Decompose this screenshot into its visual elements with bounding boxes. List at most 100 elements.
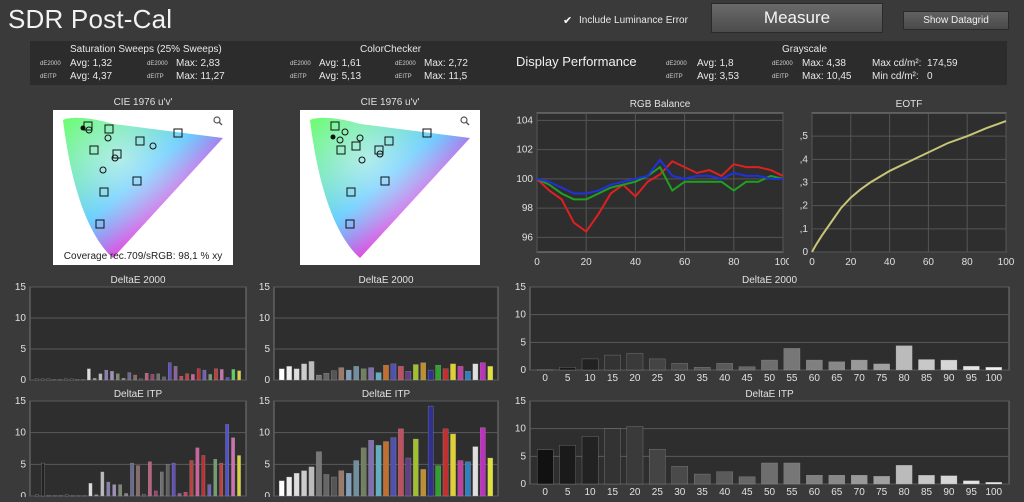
chart-title: EOTF [896,99,923,110]
bar [450,363,456,381]
bar [150,374,155,381]
cie-left-title: CIE 1976 u'v' [113,97,173,108]
ditp-cc-chart: DeltaE ITP 0 5 10 15 [259,389,499,502]
x-tick-label: 100 [985,373,1002,384]
x-tick-label: 55 [786,487,798,497]
y-tick-label: 10 [259,313,271,324]
bar [442,428,449,497]
bar [472,363,479,381]
bar [76,495,81,497]
sat-de2000-label-2: dE2000 [147,61,168,67]
chart-title: DeltaE ITP [114,389,163,400]
bar [87,368,91,381]
gs-min-lum-label: Min cd/m²: [872,71,919,82]
bar [208,374,212,381]
y-tick-label: 0 [264,491,270,497]
bar [487,366,494,381]
bar [413,438,419,497]
x-tick-label: 70 [854,373,866,384]
x-tick-label: 45 [742,373,754,384]
measure-button[interactable]: Measure [711,3,883,33]
bar [626,353,644,371]
bar [81,379,85,381]
bar [202,369,207,381]
bar [761,359,778,371]
colorchecker-title: ColorChecker [360,44,422,55]
x-tick-label: 10 [585,373,597,384]
x-tick-label: 70 [854,487,866,497]
bar [308,361,315,381]
de2000-gs-chart: DeltaE 2000 0 5 10 15 0 5 10 15 20 25 30 35 40 45 50 55 6… [515,275,1010,384]
x-tick-label: 20 [845,257,857,268]
bar [940,359,958,371]
sat-max-2000: Max: 2,83 [176,58,220,69]
gs-avg-2000: Avg: 1,8 [697,58,734,69]
ditp-gs-panel[interactable]: DeltaE ITP 0 5 10 15 0 5 10 15 20 25 30 35 40 45 50 55 60… [507,386,1017,498]
show-datagrid-button[interactable]: Show Datagrid [903,11,1009,30]
y-tick-label: ,4 [800,154,809,165]
bar [168,362,172,381]
bar [316,451,322,497]
x-tick-label: 50 [764,373,776,384]
cie-right-chart[interactable] [300,110,480,265]
bar [231,437,235,497]
y-tick-label: 5 [20,459,26,470]
bar [165,464,170,497]
cc-max-itp: Max: 11,5 [424,71,468,82]
bar [104,369,108,381]
eotf-panel[interactable]: EOTF 0 ,1 ,2 ,3 ,4 ,5 0 20 40 60 80 100 [790,96,1015,268]
y-tick-label: 15 [15,282,27,293]
y-tick-label: 0 [20,491,26,497]
bar [139,378,143,381]
y-tick-label: 0 [520,365,526,376]
bar [112,484,117,497]
x-tick-label: 0 [809,257,815,268]
bar [738,366,756,371]
x-tick-label: 90 [943,373,955,384]
bar [110,371,114,381]
x-tick-label: 20 [629,487,641,497]
bar [383,364,389,381]
x-tick-label: 65 [831,373,843,384]
bar [207,484,212,497]
x-tick-label: 80 [728,257,740,268]
y-tick-label: 0 [802,247,808,258]
bar [82,495,87,497]
bar [106,481,111,497]
bar [716,363,733,371]
bar [47,495,51,497]
x-tick-label: 55 [786,373,798,384]
bar [231,369,236,381]
bar [559,445,576,485]
de2000-cc-panel[interactable]: DeltaE 2000 0 5 10 15 [252,272,502,386]
bar [88,483,93,497]
bar [127,372,132,381]
bar [64,494,69,497]
x-tick-label: 85 [921,373,933,384]
bar [390,363,397,381]
bar [121,377,126,381]
bar [346,473,352,497]
bar [136,465,140,497]
magnifier-icon [213,116,223,126]
sat-avg-2000: Avg: 1,32 [70,58,113,69]
de2000-gs-panel[interactable]: DeltaE 2000 0 5 10 15 0 5 10 15 20 25 30 35 40 45 50 55 6… [507,272,1017,384]
ditp-sat-panel[interactable]: DeltaE ITP 0 5 10 15 [0,386,250,502]
bar [225,377,230,381]
x-tick-label: 50 [764,487,776,497]
bar [53,495,57,497]
y-tick-label: 102 [516,145,533,156]
cie-left-chart[interactable]: Coverage rec.709/sRGB: 98,1 % xy [53,110,233,265]
rgb-balance-panel[interactable]: RGB Balance 96 98 100 102 104 0 20 40 60 80 100 [507,96,791,268]
gs-de2000-label: dE2000 [666,61,687,67]
y-tick-label: 10 [15,428,27,439]
include-luminance-checkbox[interactable]: ✔ Include Luminance Error [563,15,688,26]
x-tick-label: 80 [899,487,911,497]
bar [346,369,352,381]
bar [398,428,404,497]
bar [98,373,103,381]
x-tick-label: 75 [876,373,888,384]
ditp-cc-panel[interactable]: DeltaE ITP 0 5 10 15 [252,386,502,502]
x-tick-label: 10 [585,487,597,497]
bar [40,378,45,381]
